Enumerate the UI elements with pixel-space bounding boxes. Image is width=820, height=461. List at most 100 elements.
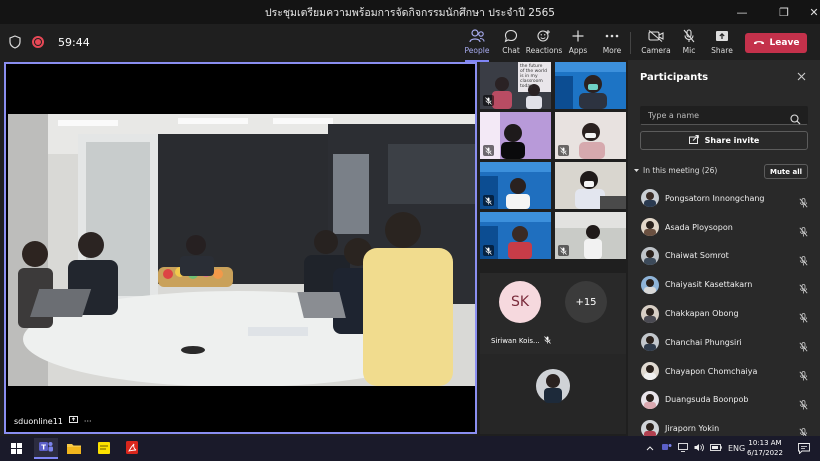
input-language[interactable]: ENG [728, 444, 745, 453]
reactions-label: Reactions [525, 46, 563, 55]
clock-time: 10:13 AM [748, 439, 782, 447]
main-video-tile[interactable]: sduonline11 ··· [4, 62, 477, 434]
participant-name: Pongsatorn Innongchang [665, 193, 765, 203]
windows-logo-icon [10, 439, 22, 458]
meeting-room-video [8, 114, 475, 386]
more-participants-button[interactable]: +15 [565, 281, 607, 323]
participant-list: Pongsatorn Innongchang Asada Ploysopon C… [628, 184, 820, 443]
participant-name: Chakkapan Obong [665, 309, 739, 319]
video-tile-2[interactable] [555, 62, 626, 109]
os-taskbar: T ENG 10:13 AM 6/17/2022 [0, 436, 820, 461]
leave-label: Leave [769, 38, 800, 48]
mic-off-icon [799, 366, 808, 385]
avatar [641, 362, 659, 381]
participant-row[interactable]: Chayapon Chomchaiya [628, 357, 820, 386]
video-tile-7[interactable] [480, 212, 551, 259]
system-tray: ENG [646, 436, 745, 461]
mic-label: Mic [682, 46, 696, 55]
more-button[interactable]: More [592, 28, 632, 58]
participant-row[interactable]: Asada Ploysopon [628, 213, 820, 242]
participant-row[interactable]: Chakkapan Obong [628, 299, 820, 328]
tile-menu-icon[interactable]: ··· [84, 417, 92, 426]
maximize-button[interactable]: ❐ [769, 0, 799, 24]
participant-gallery: the future of the world is in my classro… [480, 62, 626, 434]
video-tile-3[interactable] [480, 112, 551, 159]
phone-hangup-icon [753, 38, 765, 48]
section-label: In this meeting (26) [643, 166, 718, 175]
minimize-button[interactable]: — [727, 0, 757, 24]
mic-off-icon [799, 279, 808, 298]
taskbar-file-explorer[interactable] [62, 438, 86, 459]
mic-off-icon [683, 28, 695, 44]
video-tile-8[interactable] [555, 212, 626, 259]
participant-name: Chayapon Chomchaiya [665, 366, 758, 376]
close-panel-button[interactable] [797, 71, 806, 84]
meeting-timer: 59:44 [58, 35, 90, 49]
network-icon[interactable] [678, 443, 688, 454]
ellipsis-icon [605, 28, 619, 44]
mic-off-icon [799, 251, 808, 270]
reactions-icon [537, 28, 551, 44]
people-icon [469, 28, 485, 44]
main-video-label: sduonline11 ··· [14, 416, 92, 426]
participants-panel: Participants Share invite In this meetin… [628, 60, 820, 438]
participant-row[interactable]: Duangsuda Boonpob [628, 386, 820, 415]
teams-tray-icon[interactable] [662, 443, 672, 454]
search-input[interactable] [648, 111, 788, 120]
mic-off-icon [483, 195, 494, 206]
video-tile-5[interactable] [480, 162, 551, 209]
close-window-button[interactable]: ✕ [799, 0, 820, 24]
section-header[interactable]: In this meeting (26) [633, 166, 717, 175]
camera-off-icon [648, 28, 664, 44]
mic-off-icon [543, 336, 551, 346]
video-tile-1[interactable]: the future of the world is in my classro… [480, 62, 551, 109]
mute-all-button[interactable]: Mute all [764, 164, 808, 179]
taskbar-clock[interactable]: 10:13 AM 6/17/2022 [745, 438, 785, 458]
camera-label: Camera [641, 46, 671, 55]
recording-icon [32, 36, 44, 48]
share-tray-icon [715, 28, 729, 44]
search-box[interactable] [640, 106, 808, 125]
people-label: People [464, 46, 490, 55]
maximize-icon: ❐ [779, 5, 789, 19]
avatar [641, 275, 659, 294]
share-button[interactable]: Share [702, 28, 742, 58]
share-icon [688, 135, 699, 146]
more-label: More [602, 46, 622, 55]
screen-share-icon [68, 416, 78, 426]
title-bar: ประชุมเตรียมความพร้อมการจัดกิจกรรมนักศึก… [0, 0, 820, 24]
notifications-button[interactable] [792, 438, 816, 459]
chevron-down-icon [633, 166, 640, 175]
participant-row[interactable]: Chanchai Phungsiri [628, 328, 820, 357]
volume-icon[interactable] [694, 443, 704, 454]
participant-row[interactable]: Pongsatorn Innongchang [628, 184, 820, 213]
mic-off-icon [799, 193, 808, 212]
avatar [641, 390, 659, 409]
participant-name: Asada Ploysopon [665, 222, 733, 232]
avatar [641, 246, 659, 265]
chevron-up-icon[interactable] [646, 444, 654, 453]
mic-off-icon [483, 145, 494, 156]
avatar [641, 189, 659, 208]
taskbar-acrobat[interactable] [120, 438, 144, 459]
video-tile-6[interactable] [555, 162, 626, 209]
battery-icon[interactable] [710, 444, 722, 453]
taskbar-teams[interactable]: T [34, 438, 58, 459]
taskbar-sticky-notes[interactable] [92, 438, 116, 459]
self-video-tile[interactable] [480, 354, 626, 434]
start-button[interactable] [4, 438, 28, 459]
participant-name: sduonline11 [14, 416, 63, 426]
video-tile-4[interactable] [555, 112, 626, 159]
participant-row[interactable]: Chaiwat Somrot [628, 242, 820, 271]
share-invite-button[interactable]: Share invite [640, 131, 808, 150]
share-label: Share [711, 46, 733, 55]
plus-icon [572, 28, 584, 44]
sticky-note-icon [98, 439, 110, 458]
leave-button[interactable]: Leave [745, 33, 807, 53]
apps-label: Apps [568, 46, 588, 55]
mic-off-icon [799, 337, 808, 356]
close-icon: ✕ [809, 5, 819, 19]
avatar [641, 333, 659, 352]
participant-row[interactable]: Chaiyasit Kasettakarn [628, 270, 820, 299]
meeting-toolbar: 59:44 People Chat Reactions Apps More Ca… [0, 24, 820, 62]
